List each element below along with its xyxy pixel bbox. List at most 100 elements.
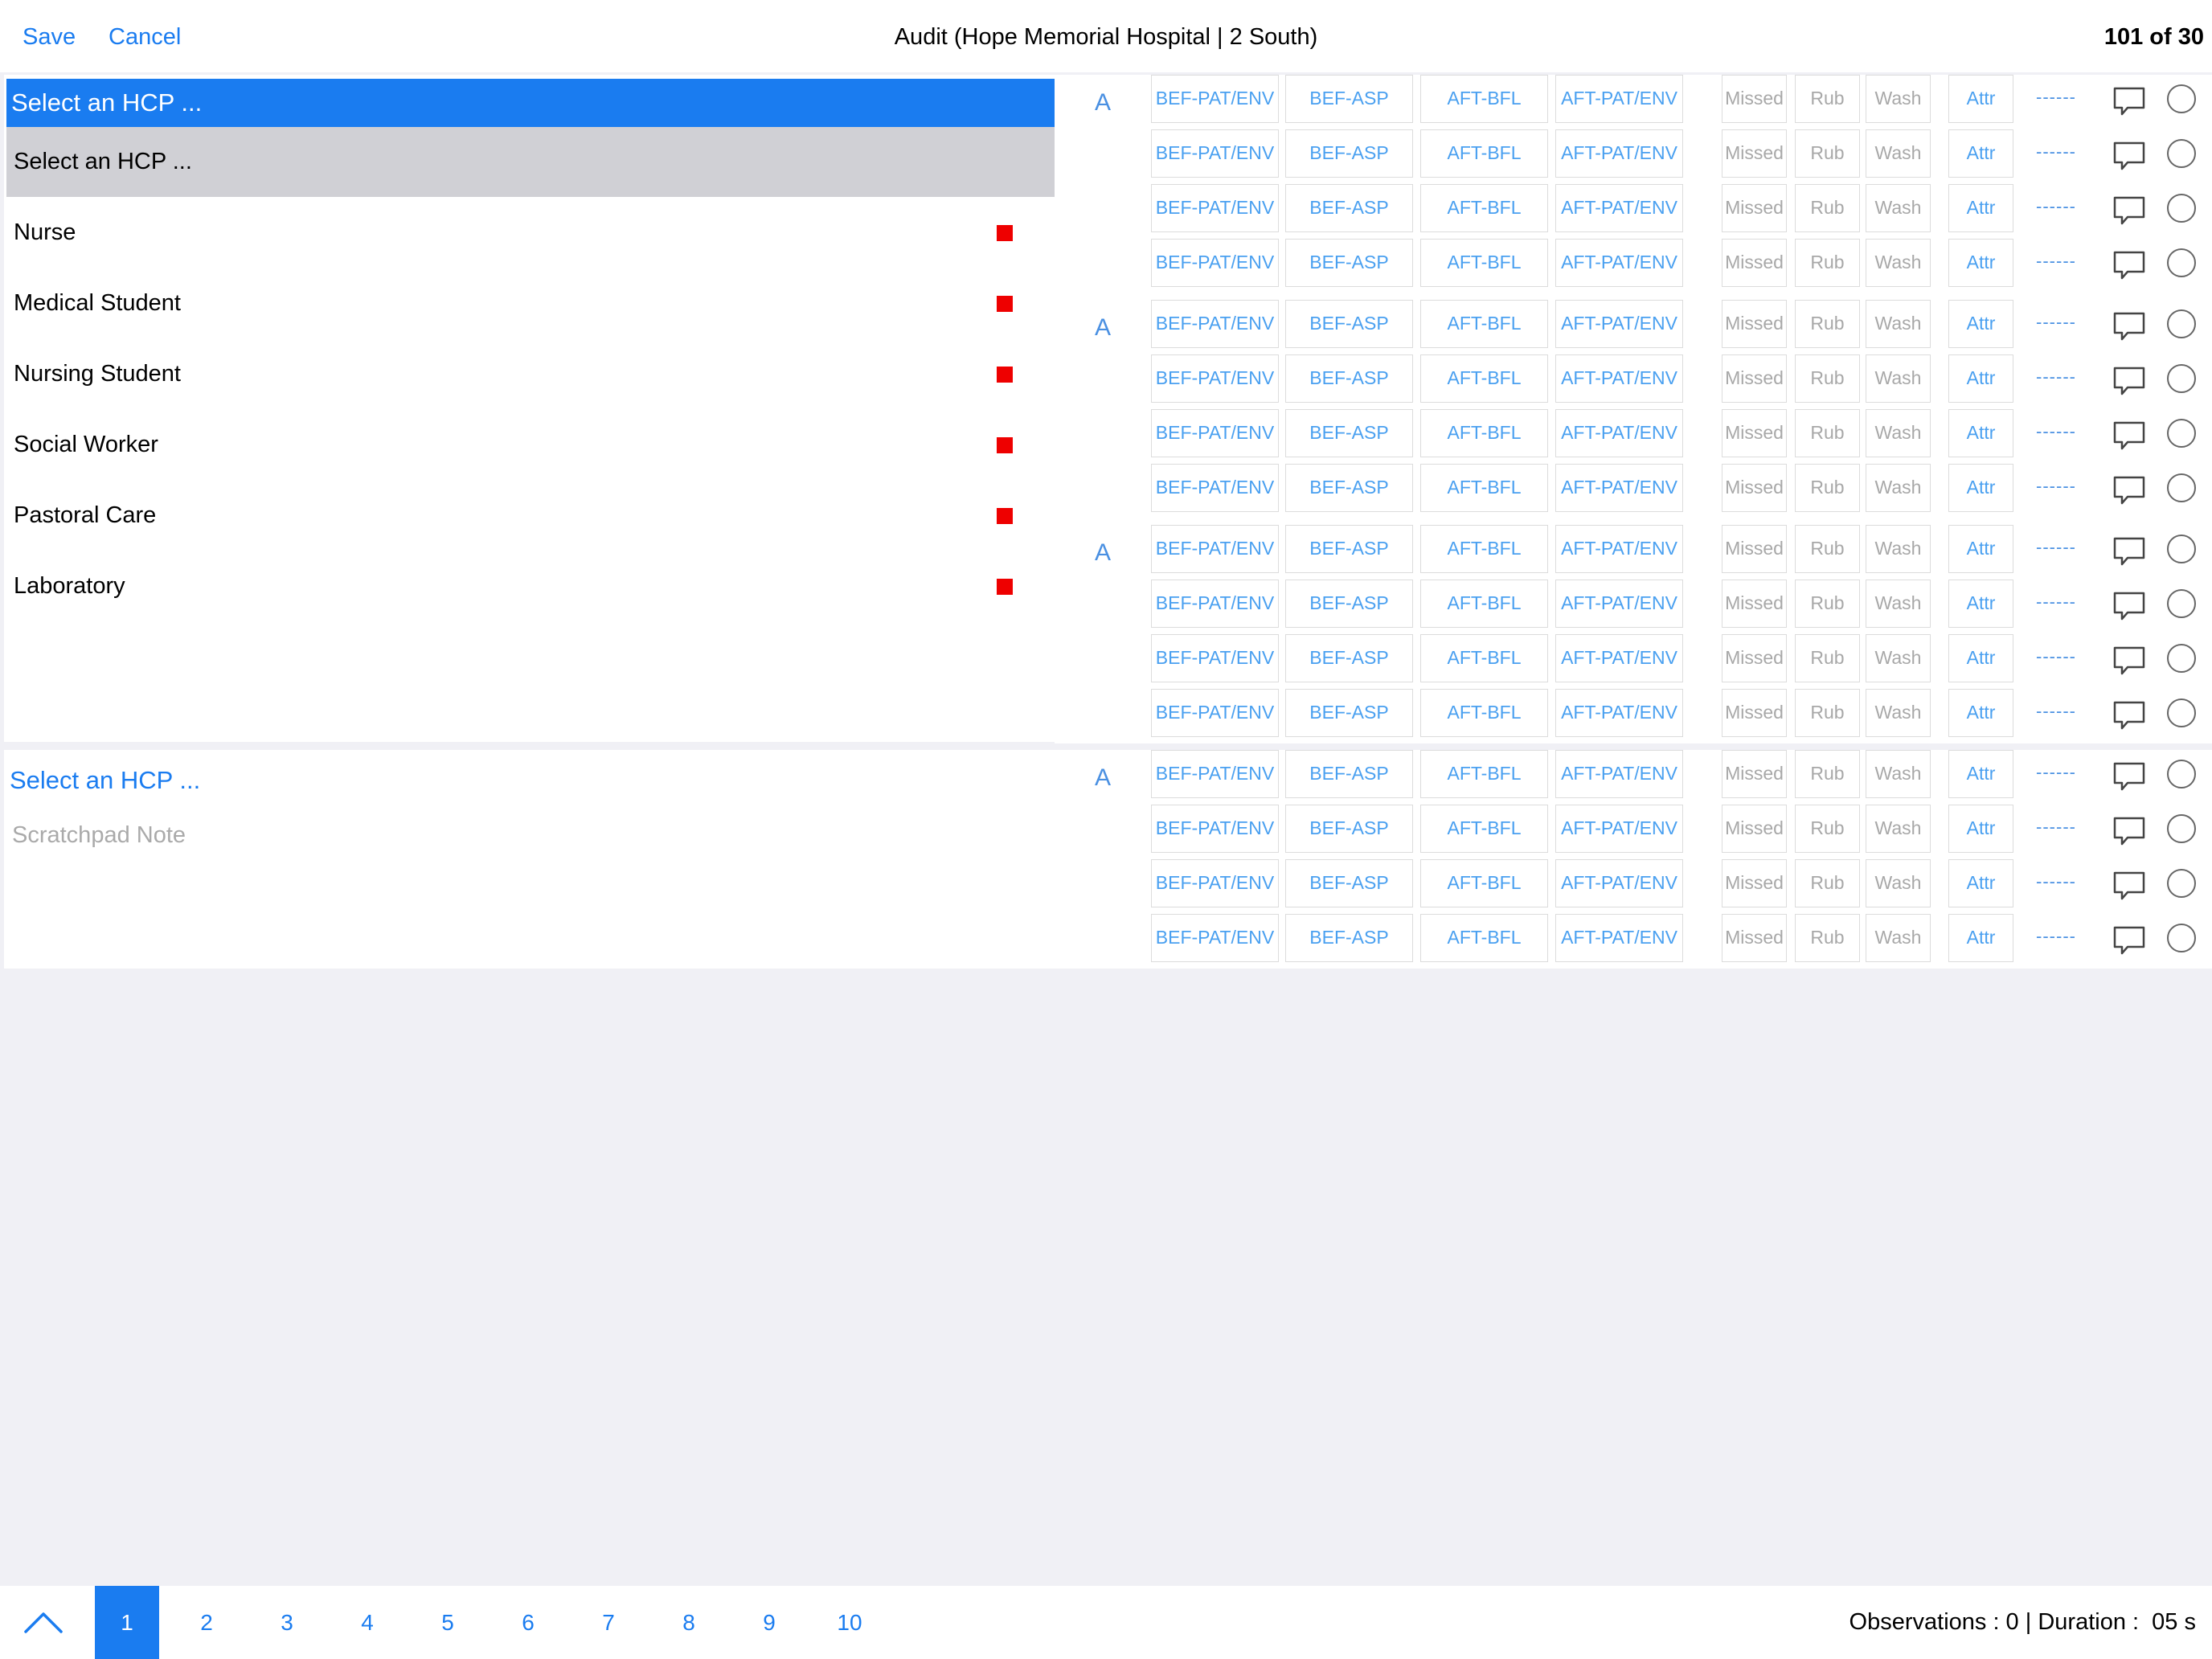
page-6-button[interactable]: 6	[496, 1586, 560, 1659]
opportunity-button[interactable]: AFT-PAT/ENV	[1555, 300, 1683, 348]
hand-hygiene-action-button[interactable]: Missed	[1722, 634, 1787, 682]
opportunity-button[interactable]: BEF-PAT/ENV	[1151, 689, 1279, 737]
hand-hygiene-action-button[interactable]: Rub	[1795, 859, 1860, 907]
opportunity-button[interactable]: AFT-BFL	[1420, 914, 1548, 962]
opportunity-button[interactable]: BEF-PAT/ENV	[1151, 805, 1279, 853]
attr-button[interactable]: Attr	[1948, 75, 2013, 123]
hcp-option-social-worker[interactable]: Social Worker	[6, 409, 1055, 480]
speech-bubble-icon[interactable]	[2113, 196, 2145, 225]
attr-button[interactable]: Attr	[1948, 859, 2013, 907]
attr-button[interactable]: Attr	[1948, 409, 2013, 457]
opportunity-button[interactable]: AFT-BFL	[1420, 239, 1548, 287]
speech-bubble-icon[interactable]	[2113, 476, 2145, 505]
hand-hygiene-action-button[interactable]: Wash	[1866, 580, 1931, 628]
opportunity-button[interactable]: AFT-BFL	[1420, 75, 1548, 123]
opportunity-button[interactable]: BEF-PAT/ENV	[1151, 914, 1279, 962]
opportunity-button[interactable]: AFT-BFL	[1420, 464, 1548, 512]
opportunity-button[interactable]: BEF-PAT/ENV	[1151, 184, 1279, 232]
empty-circle-icon[interactable]	[2167, 419, 2196, 448]
page-8-button[interactable]: 8	[657, 1586, 721, 1659]
opportunity-button[interactable]: AFT-BFL	[1420, 750, 1548, 798]
page-10-button[interactable]: 10	[817, 1586, 882, 1659]
opportunity-button[interactable]: BEF-ASP	[1285, 805, 1413, 853]
hand-hygiene-action-button[interactable]: Wash	[1866, 689, 1931, 737]
empty-circle-icon[interactable]	[2167, 924, 2196, 952]
opportunity-button[interactable]: AFT-PAT/ENV	[1555, 239, 1683, 287]
speech-bubble-icon[interactable]	[2113, 251, 2145, 280]
speech-bubble-icon[interactable]	[2113, 367, 2145, 395]
opportunity-button[interactable]: AFT-BFL	[1420, 805, 1548, 853]
opportunity-button[interactable]: BEF-ASP	[1285, 409, 1413, 457]
hand-hygiene-action-button[interactable]: Rub	[1795, 914, 1860, 962]
hand-hygiene-action-button[interactable]: Missed	[1722, 300, 1787, 348]
opportunity-button[interactable]: BEF-PAT/ENV	[1151, 750, 1279, 798]
empty-circle-icon[interactable]	[2167, 535, 2196, 563]
opportunity-button[interactable]: AFT-PAT/ENV	[1555, 859, 1683, 907]
opportunity-button[interactable]: BEF-ASP	[1285, 634, 1413, 682]
hand-hygiene-action-button[interactable]: Rub	[1795, 239, 1860, 287]
attr-button[interactable]: Attr	[1948, 239, 2013, 287]
hand-hygiene-action-button[interactable]: Missed	[1722, 859, 1787, 907]
opportunity-button[interactable]: AFT-PAT/ENV	[1555, 129, 1683, 178]
opportunity-button[interactable]: AFT-PAT/ENV	[1555, 750, 1683, 798]
scratchpad-note-input[interactable]	[12, 818, 977, 852]
opportunity-button[interactable]: AFT-PAT/ENV	[1555, 184, 1683, 232]
page-7-button[interactable]: 7	[576, 1586, 641, 1659]
empty-circle-icon[interactable]	[2167, 760, 2196, 789]
opportunity-button[interactable]: BEF-ASP	[1285, 184, 1413, 232]
opportunity-button[interactable]: AFT-BFL	[1420, 634, 1548, 682]
hand-hygiene-action-button[interactable]: Wash	[1866, 464, 1931, 512]
opportunity-button[interactable]: AFT-PAT/ENV	[1555, 580, 1683, 628]
hand-hygiene-action-button[interactable]: Missed	[1722, 239, 1787, 287]
page-9-button[interactable]: 9	[737, 1586, 801, 1659]
hand-hygiene-action-button[interactable]: Missed	[1722, 354, 1787, 403]
hand-hygiene-action-button[interactable]: Missed	[1722, 914, 1787, 962]
attr-button[interactable]: Attr	[1948, 354, 2013, 403]
empty-circle-icon[interactable]	[2167, 698, 2196, 727]
page-5-button[interactable]: 5	[416, 1586, 480, 1659]
opportunity-button[interactable]: BEF-ASP	[1285, 129, 1413, 178]
hand-hygiene-action-button[interactable]: Missed	[1722, 689, 1787, 737]
hand-hygiene-action-button[interactable]: Wash	[1866, 75, 1931, 123]
opportunity-button[interactable]: BEF-PAT/ENV	[1151, 239, 1279, 287]
hcp-select-field[interactable]: Select an HCP ...	[6, 79, 1055, 127]
hand-hygiene-action-button[interactable]: Rub	[1795, 689, 1860, 737]
opportunity-button[interactable]: BEF-ASP	[1285, 239, 1413, 287]
hand-hygiene-action-button[interactable]: Missed	[1722, 409, 1787, 457]
speech-bubble-icon[interactable]	[2113, 592, 2145, 621]
attr-button[interactable]: Attr	[1948, 805, 2013, 853]
hand-hygiene-action-button[interactable]: Rub	[1795, 75, 1860, 123]
hand-hygiene-action-button[interactable]: Rub	[1795, 525, 1860, 573]
attr-button[interactable]: Attr	[1948, 464, 2013, 512]
opportunity-button[interactable]: AFT-BFL	[1420, 184, 1548, 232]
opportunity-button[interactable]: AFT-PAT/ENV	[1555, 914, 1683, 962]
hand-hygiene-action-button[interactable]: Missed	[1722, 805, 1787, 853]
hand-hygiene-action-button[interactable]: Wash	[1866, 409, 1931, 457]
hcp-dropdown-prompt[interactable]: Select an HCP ...	[6, 127, 1055, 197]
hand-hygiene-action-button[interactable]: Missed	[1722, 580, 1787, 628]
hand-hygiene-action-button[interactable]: Rub	[1795, 300, 1860, 348]
opportunity-button[interactable]: BEF-PAT/ENV	[1151, 525, 1279, 573]
hand-hygiene-action-button[interactable]: Rub	[1795, 750, 1860, 798]
attr-button[interactable]: Attr	[1948, 300, 2013, 348]
opportunity-button[interactable]: AFT-BFL	[1420, 409, 1548, 457]
hcp-option-nurse[interactable]: Nurse	[6, 197, 1055, 268]
hand-hygiene-action-button[interactable]: Missed	[1722, 464, 1787, 512]
opportunity-button[interactable]: BEF-PAT/ENV	[1151, 409, 1279, 457]
opportunity-button[interactable]: BEF-ASP	[1285, 750, 1413, 798]
opportunity-button[interactable]: BEF-PAT/ENV	[1151, 634, 1279, 682]
empty-circle-icon[interactable]	[2167, 309, 2196, 338]
speech-bubble-icon[interactable]	[2113, 312, 2145, 341]
speech-bubble-icon[interactable]	[2113, 817, 2145, 846]
opportunity-button[interactable]: AFT-BFL	[1420, 689, 1548, 737]
speech-bubble-icon[interactable]	[2113, 762, 2145, 791]
page-3-button[interactable]: 3	[255, 1586, 319, 1659]
opportunity-button[interactable]: BEF-ASP	[1285, 464, 1413, 512]
hcp-select-field[interactable]: Select an HCP ...	[10, 764, 200, 797]
hand-hygiene-action-button[interactable]: Rub	[1795, 634, 1860, 682]
opportunity-button[interactable]: BEF-PAT/ENV	[1151, 129, 1279, 178]
attr-button[interactable]: Attr	[1948, 184, 2013, 232]
hcp-option-pastoral-care[interactable]: Pastoral Care	[6, 480, 1055, 551]
speech-bubble-icon[interactable]	[2113, 646, 2145, 675]
opportunity-button[interactable]: BEF-ASP	[1285, 689, 1413, 737]
